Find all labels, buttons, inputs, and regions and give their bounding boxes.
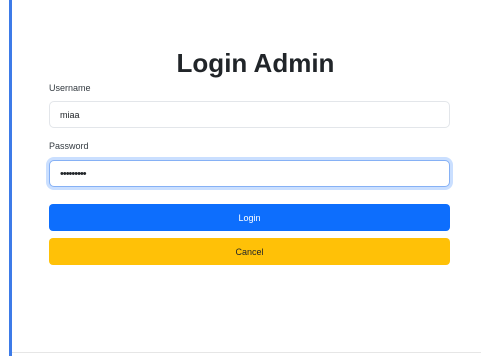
page-title: Login Admin [176, 48, 335, 78]
cancel-button[interactable]: Cancel [49, 238, 450, 265]
bottom-divider [12, 352, 481, 353]
left-accent-border [9, 0, 12, 356]
login-button[interactable]: Login [49, 204, 450, 231]
username-label: Username [49, 83, 91, 93]
page: Login Admin Username Password Login Canc… [0, 0, 481, 356]
password-label: Password [49, 141, 89, 151]
login-form: Login Admin Username Password Login Canc… [49, 46, 450, 265]
password-input[interactable] [49, 160, 450, 187]
username-input[interactable] [49, 101, 450, 128]
